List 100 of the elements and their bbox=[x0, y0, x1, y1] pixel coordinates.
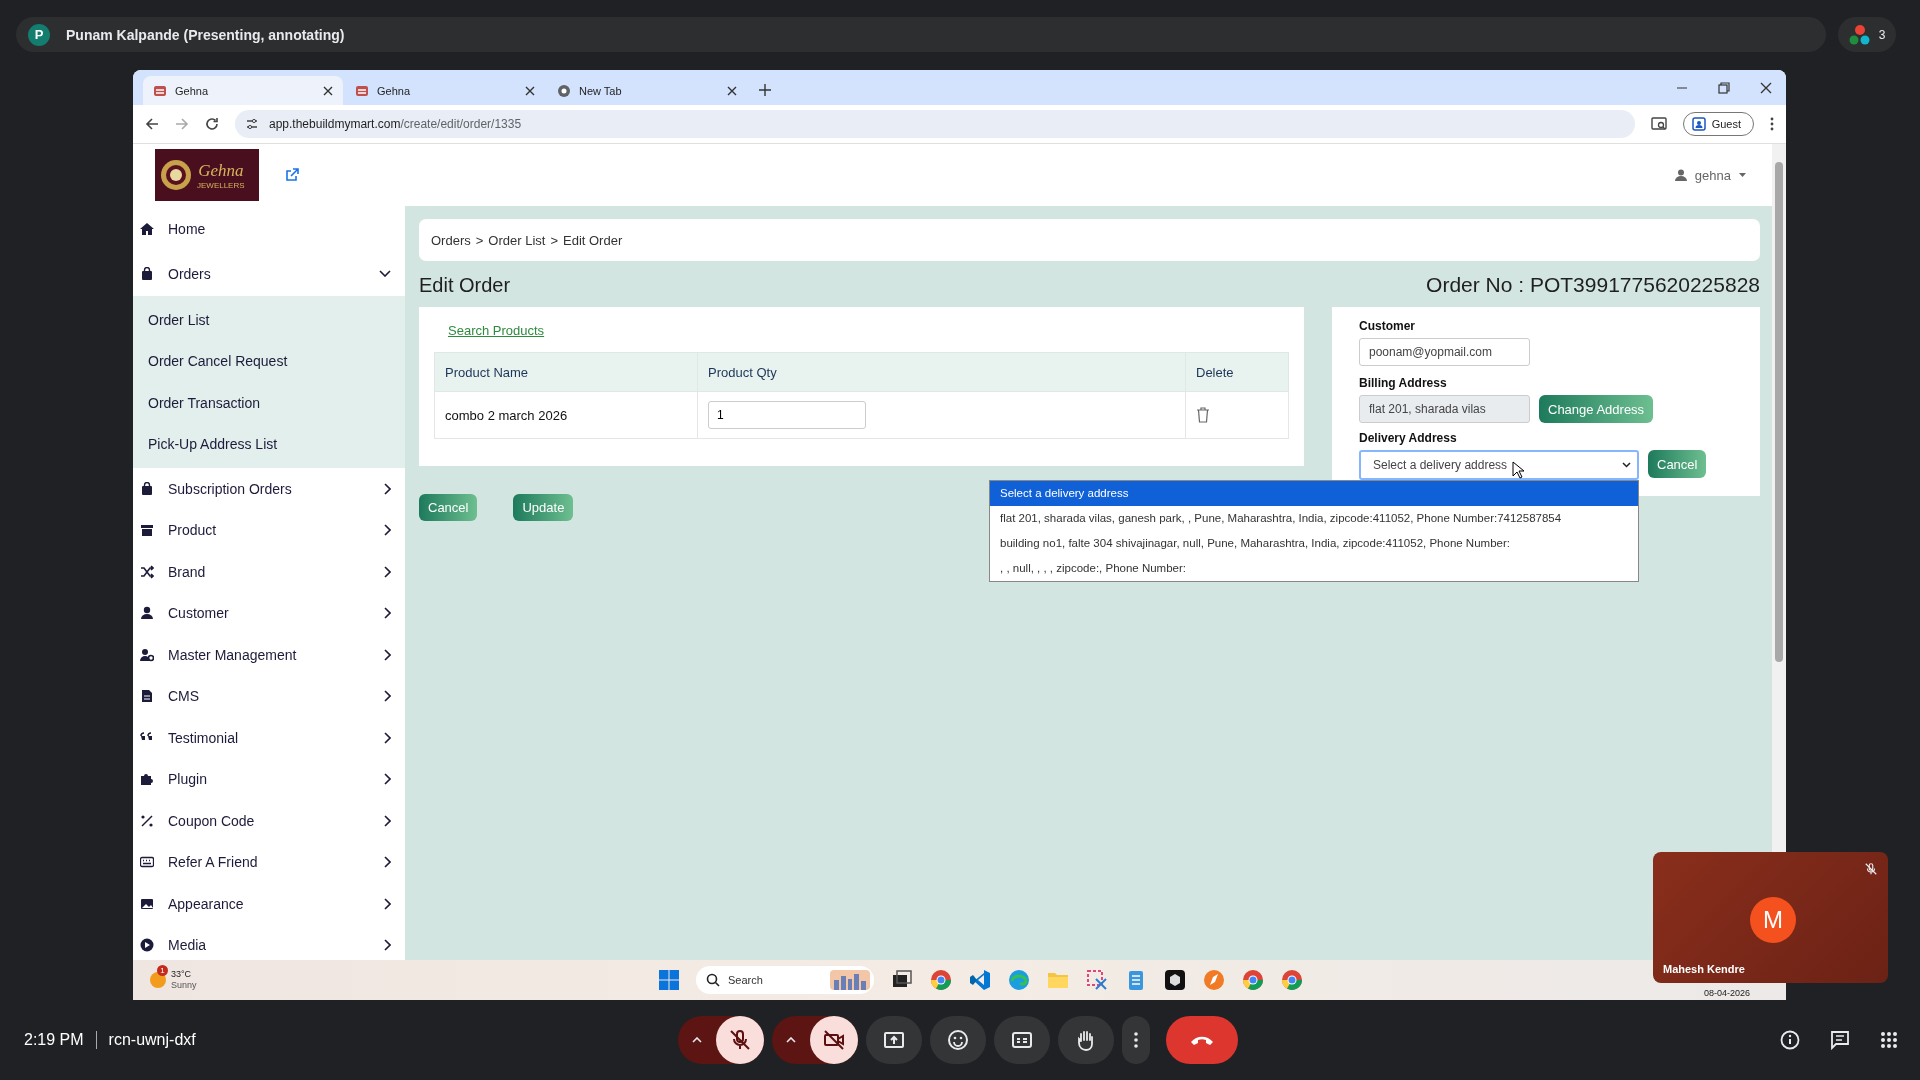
external-link-icon[interactable] bbox=[285, 168, 299, 182]
apps-grid-icon[interactable] bbox=[1880, 1031, 1898, 1049]
sidebar-item[interactable]: Plugin bbox=[133, 758, 405, 800]
clock-text: 2:19 PM bbox=[24, 1031, 84, 1049]
submenu-item[interactable]: Order Cancel Request bbox=[133, 340, 405, 382]
back-icon[interactable] bbox=[145, 117, 159, 131]
breadcrumb-separator: > bbox=[475, 232, 484, 248]
customer-field[interactable]: poonam@yopmail.com bbox=[1359, 338, 1530, 366]
sidebar-item[interactable]: CMS bbox=[133, 675, 405, 717]
profile-icon bbox=[1691, 117, 1706, 131]
participants-button[interactable]: 3 bbox=[1838, 17, 1896, 52]
close-icon[interactable] bbox=[1760, 82, 1772, 94]
raise-hand-button[interactable] bbox=[1058, 1016, 1114, 1064]
info-icon[interactable] bbox=[1780, 1030, 1800, 1050]
user-menu[interactable]: gehna bbox=[1674, 167, 1746, 183]
shuffle-icon bbox=[140, 564, 154, 579]
restore-icon[interactable] bbox=[1718, 82, 1730, 94]
percent-icon bbox=[140, 813, 154, 828]
column-header: Delete bbox=[1185, 352, 1289, 392]
bag-icon bbox=[140, 266, 154, 281]
code-editor-icon[interactable] bbox=[969, 969, 991, 991]
dropdown-option[interactable]: Select a delivery address bbox=[990, 481, 1638, 506]
browser-tab[interactable]: Gehna bbox=[345, 76, 545, 105]
breadcrumb-link[interactable]: Orders bbox=[431, 232, 471, 248]
brand-logo[interactable]: Gehna JEWELLERS bbox=[155, 149, 259, 201]
submenu-item[interactable]: Pick-Up Address List bbox=[133, 423, 405, 465]
taskbar-search[interactable]: Search bbox=[696, 966, 874, 994]
participant-name: Mahesh Kendre bbox=[1663, 963, 1745, 975]
sidebar-item[interactable]: Customer bbox=[133, 592, 405, 634]
scroll-thumb[interactable] bbox=[1775, 162, 1783, 662]
home-icon bbox=[140, 221, 154, 236]
new-tab-icon[interactable] bbox=[759, 84, 771, 96]
sidebar-item[interactable]: Coupon Code bbox=[133, 800, 405, 842]
quantity-field[interactable]: 1 bbox=[708, 401, 866, 429]
search-products-link[interactable]: Search Products bbox=[448, 323, 545, 338]
breadcrumb-link[interactable]: Order List bbox=[488, 232, 546, 248]
sidebar-item[interactable]: Testimonial bbox=[133, 717, 405, 759]
address-dropdown[interactable]: Select a delivery address bbox=[1359, 450, 1639, 480]
browser-tab[interactable]: Gehna bbox=[143, 76, 343, 105]
camera-button[interactable] bbox=[810, 1016, 858, 1064]
trash-icon[interactable] bbox=[1196, 407, 1210, 423]
browser-icon[interactable] bbox=[1242, 969, 1264, 991]
sidebar-item[interactable]: Refer A Friend bbox=[133, 841, 405, 883]
breadcrumb-link[interactable]: Edit Order bbox=[563, 232, 623, 248]
submenu-item[interactable]: Order List bbox=[133, 299, 405, 341]
column-header: Product Name bbox=[434, 352, 698, 392]
dropdown-option[interactable]: flat 201, sharada vilas, ganesh park, , Pune, Maharashtra, India, zipcode:411052, Phone Number:7412587854 bbox=[990, 506, 1638, 531]
action-button[interactable]: Cancel bbox=[419, 494, 478, 521]
sidebar-item[interactable]: Media bbox=[133, 924, 405, 960]
sun-icon bbox=[149, 971, 167, 989]
chat-icon[interactable] bbox=[1830, 1030, 1850, 1050]
menu-icon[interactable] bbox=[1770, 117, 1774, 131]
caret-icon bbox=[1622, 462, 1631, 468]
submenu-item[interactable]: Order Transaction bbox=[133, 382, 405, 424]
sidebar-item[interactable]: Orders bbox=[133, 251, 405, 296]
keyboard-icon bbox=[140, 855, 154, 870]
reload-icon[interactable] bbox=[205, 117, 219, 131]
reactions-button[interactable] bbox=[930, 1016, 986, 1064]
close-icon[interactable] bbox=[727, 85, 737, 96]
camera-off-icon bbox=[822, 1028, 846, 1052]
browser-icon[interactable] bbox=[930, 969, 952, 991]
avatar: P bbox=[28, 23, 50, 46]
more-icon bbox=[1134, 1032, 1138, 1048]
start-icon[interactable] bbox=[659, 970, 679, 990]
present-button[interactable] bbox=[866, 1016, 922, 1064]
browser-tab[interactable]: New Tab bbox=[547, 76, 747, 105]
sidebar-item[interactable]: Appearance bbox=[133, 883, 405, 925]
close-icon[interactable] bbox=[525, 85, 535, 96]
column-header: Product Qty bbox=[697, 352, 1186, 392]
more-options-button[interactable] bbox=[1122, 1016, 1150, 1064]
file-icon bbox=[140, 689, 154, 704]
weather-text: Sunny bbox=[171, 980, 197, 991]
captions-icon bbox=[1011, 1029, 1033, 1051]
participants-icon bbox=[1848, 23, 1871, 46]
snipping-icon[interactable] bbox=[1086, 969, 1108, 991]
participant-avatar: M bbox=[1750, 897, 1796, 943]
puzzle-icon bbox=[140, 772, 154, 787]
address-field[interactable]: app.thebuildmymart.com/create/edit/order/1335 bbox=[235, 110, 1635, 138]
sidebar-item[interactable]: Product bbox=[133, 509, 405, 551]
close-icon[interactable] bbox=[323, 85, 333, 96]
leave-call-button[interactable] bbox=[1166, 1016, 1238, 1064]
tab-search-icon[interactable] bbox=[1650, 116, 1667, 132]
sidebar-item[interactable]: Home bbox=[133, 206, 405, 251]
browser-icon[interactable] bbox=[1281, 969, 1303, 991]
muted-microphone-icon bbox=[728, 1028, 752, 1052]
sidebar-item[interactable]: Brand bbox=[133, 551, 405, 593]
dropdown-option[interactable]: building no1, falte 304 shivajinagar, null, Pune, Maharashtra, India, zipcode:411052, Phone Number: bbox=[990, 531, 1638, 556]
microphone-button[interactable] bbox=[716, 1016, 764, 1064]
globe-icon bbox=[557, 83, 571, 98]
dropdown-option[interactable]: , , null, , , , zipcode:, Phone Number: bbox=[990, 556, 1638, 581]
sidebar-item[interactable]: Master Management bbox=[133, 634, 405, 676]
captions-button[interactable] bbox=[994, 1016, 1050, 1064]
compass-icon[interactable] bbox=[1203, 969, 1225, 991]
caret-icon bbox=[692, 1037, 702, 1043]
mandala-icon bbox=[159, 158, 193, 192]
field-label: Customer bbox=[1359, 319, 1416, 333]
user-gear-icon bbox=[140, 647, 154, 662]
site-info-icon[interactable] bbox=[245, 117, 259, 131]
sidebar-item[interactable]: Subscription Orders bbox=[133, 468, 405, 510]
logo-icon bbox=[355, 83, 369, 98]
